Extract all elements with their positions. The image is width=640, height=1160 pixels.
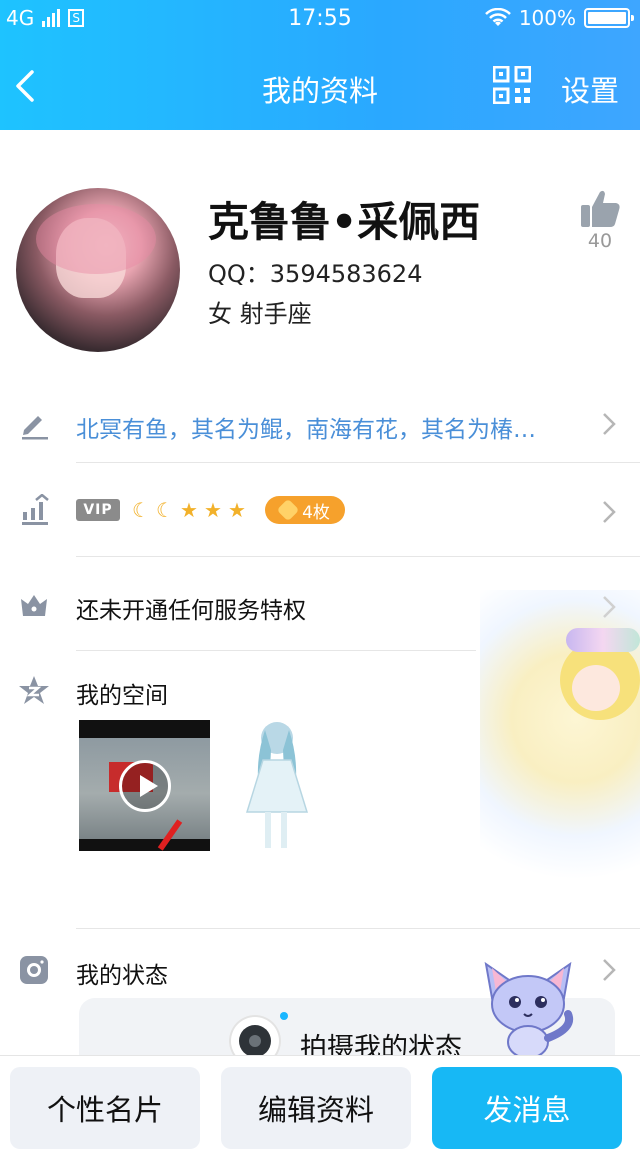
profile-name: 克鲁鲁•采佩西 — [208, 198, 481, 246]
profile-card-button[interactable]: 个性名片 — [10, 1067, 200, 1149]
chevron-right-icon — [603, 959, 616, 981]
privilege-text: 还未开通任何服务特权 — [76, 598, 306, 624]
chevron-right-icon — [603, 501, 616, 523]
settings-button[interactable]: 设置 — [561, 68, 619, 110]
battery-fill — [588, 12, 626, 24]
star-icon: ★ — [204, 498, 222, 522]
status-right: 100% — [484, 6, 634, 30]
decoration-flowers — [566, 628, 640, 652]
status-bar: 4G S 17:55 100% — [0, 0, 640, 36]
camera-icon — [20, 956, 48, 984]
space-video-thumbnail[interactable] — [79, 720, 210, 851]
crown-icon — [21, 595, 47, 616]
header: 4G S 17:55 100% 我的资料 设置 — [0, 0, 640, 130]
play-icon — [119, 760, 171, 812]
level-up-icon — [22, 494, 49, 525]
qzone-star-icon — [19, 676, 49, 704]
space-title: 我的空间 — [76, 683, 168, 709]
space-row[interactable]: 我的空间 — [0, 672, 640, 712]
moon-icon: ☾ — [156, 498, 174, 522]
profile-qq: QQ：3594583624 — [208, 260, 423, 288]
divider — [76, 928, 640, 929]
star-icon: ★ — [180, 498, 198, 522]
wifi-icon — [484, 8, 511, 26]
chevron-right-icon — [603, 413, 616, 435]
divider — [76, 650, 476, 651]
send-message-button[interactable]: 发消息 — [432, 1067, 622, 1149]
medal-badge[interactable]: 4枚 — [265, 496, 345, 524]
profile-gender-sign: 女 射手座 — [208, 300, 312, 328]
vip-badge: VIP — [76, 499, 120, 521]
battery-percent: 100% — [518, 6, 576, 30]
fox-mascot — [484, 961, 573, 1058]
divider — [76, 462, 640, 463]
level-icons: ☾ ☾ ★ ★ ★ — [130, 498, 248, 522]
level-row[interactable]: VIP ☾ ☾ ★ ★ ★ 4枚 — [0, 490, 640, 534]
divider — [76, 556, 640, 557]
signature-text: 北冥有鱼，其名为鲲，南海有花，其名为椿… — [76, 417, 536, 443]
edit-profile-button[interactable]: 编辑资料 — [221, 1067, 411, 1149]
avatar[interactable] — [16, 188, 180, 352]
page-title: 我的资料 — [261, 74, 378, 108]
status-title: 我的状态 — [76, 963, 168, 989]
star-icon: ★ — [228, 498, 246, 522]
notification-dot — [280, 1012, 288, 1020]
chevron-right-icon — [603, 596, 616, 618]
battery-icon — [584, 8, 634, 28]
video-arrow — [157, 819, 183, 851]
space-image-thumbnail[interactable] — [225, 720, 325, 851]
bottom-action-bar: 个性名片 编辑资料 发消息 — [0, 1055, 640, 1160]
medal-icon — [276, 498, 300, 522]
privilege-row[interactable]: 还未开通任何服务特权 — [0, 585, 640, 629]
moon-icon: ☾ — [132, 498, 150, 522]
signature-row[interactable]: 北冥有鱼，其名为鲲，南海有花，其名为椿… — [0, 400, 640, 450]
like-count: 40 — [587, 230, 613, 252]
medal-count: 4枚 — [302, 502, 330, 523]
thumbs-up-icon[interactable] — [578, 186, 622, 230]
qr-code-icon[interactable] — [493, 66, 531, 104]
nav-bar: 我的资料 设置 — [0, 50, 640, 120]
pencil-icon — [22, 416, 48, 440]
